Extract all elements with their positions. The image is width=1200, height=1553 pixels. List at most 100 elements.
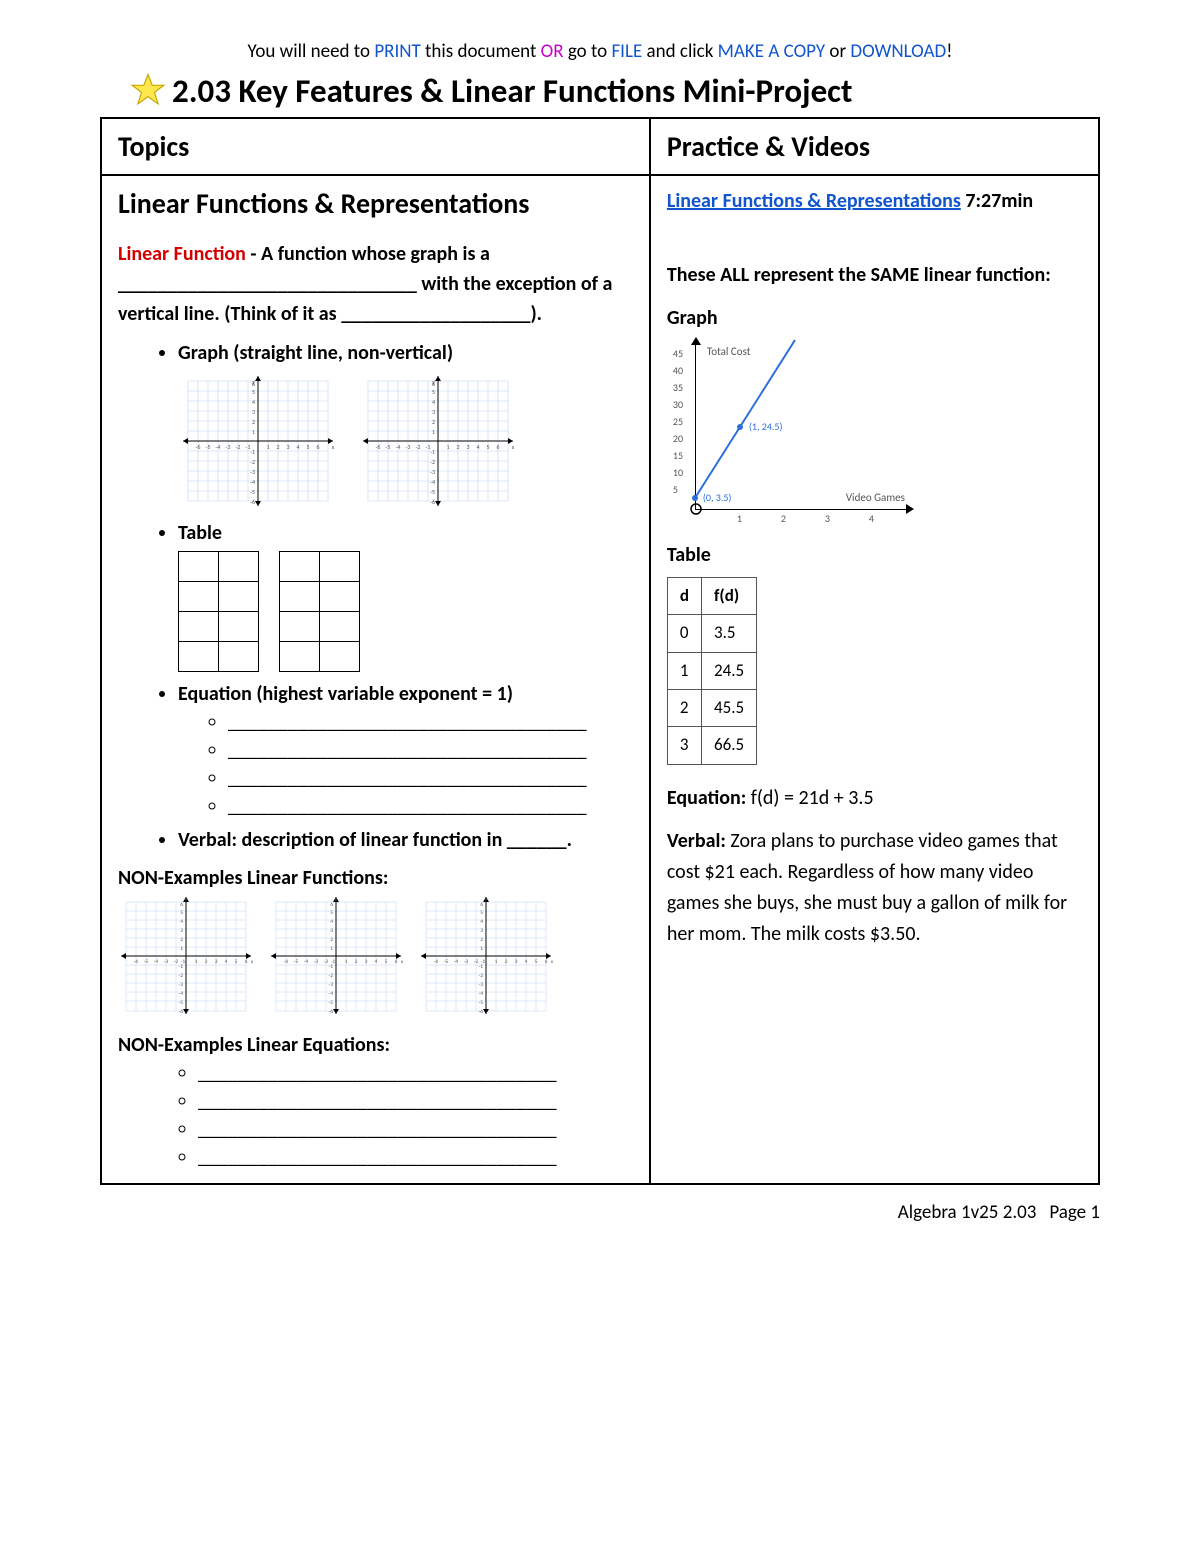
svg-text:6: 6 (545, 959, 548, 965)
svg-text:3: 3 (480, 928, 483, 934)
practice-cell: Linear Functions & Representations 7:27m… (650, 175, 1099, 1184)
svg-text:-6: -6 (284, 959, 289, 965)
svg-text:5: 5 (480, 910, 483, 916)
svg-text:2: 2 (180, 937, 183, 943)
svg-text:4: 4 (432, 398, 435, 406)
svg-text:4: 4 (476, 443, 479, 451)
arrow-right-icon (906, 504, 914, 514)
origin-icon (689, 502, 703, 516)
svg-text:-6: -6 (430, 498, 435, 506)
svg-text:1: 1 (195, 959, 198, 965)
svg-text:-3: -3 (250, 468, 255, 476)
svg-text:-1: -1 (329, 964, 334, 970)
blank-line: ____________________________________ (228, 738, 633, 762)
bullet-verbal: Verbal: description of linear function i… (178, 828, 633, 852)
svg-text:1: 1 (180, 946, 183, 952)
svg-text:-5: -5 (206, 443, 211, 451)
svg-text:-2: -2 (329, 973, 334, 979)
svg-text:2: 2 (480, 937, 483, 943)
svg-text:x: x (512, 443, 515, 451)
banner-file: FILE (611, 40, 642, 63)
svg-text:3: 3 (180, 928, 183, 934)
svg-text:-6: -6 (179, 1009, 184, 1015)
svg-text:5: 5 (306, 443, 309, 451)
svg-text:6: 6 (180, 902, 183, 908)
svg-text:1: 1 (495, 959, 498, 965)
content-table: Topics Practice & Videos Linear Function… (100, 117, 1100, 1185)
svg-text:-6: -6 (329, 1009, 334, 1015)
svg-text:-1: -1 (250, 448, 255, 456)
svg-text:-2: -2 (479, 973, 484, 979)
topics-cell: Linear Functions & Representations Linea… (101, 175, 650, 1184)
svg-text:-2: -2 (236, 443, 241, 451)
banner-text: You will need to (248, 40, 375, 63)
svg-text:5: 5 (535, 959, 538, 965)
svg-text:6: 6 (432, 380, 435, 388)
svg-text:-6: -6 (134, 959, 139, 965)
svg-text:2: 2 (355, 959, 358, 965)
svg-text:4: 4 (252, 398, 255, 406)
svg-text:-3: -3 (464, 959, 469, 965)
svg-text:-5: -5 (430, 488, 435, 496)
svg-text:-4: -4 (216, 443, 221, 451)
table-row: 366.5 (667, 727, 756, 764)
equation-line: Equation: f(d) = 21d + 3.5 (667, 783, 1082, 814)
svg-text:1: 1 (330, 946, 333, 952)
svg-text:-4: -4 (430, 478, 435, 486)
svg-text:-5: -5 (179, 1000, 184, 1006)
svg-text:-5: -5 (386, 443, 391, 451)
svg-text:-5: -5 (444, 959, 449, 965)
svg-text:-3: -3 (164, 959, 169, 965)
banner-download: DOWNLOAD (850, 40, 946, 63)
table-row: 03.5 (667, 615, 756, 652)
table-header: d (667, 578, 701, 615)
svg-text:6: 6 (480, 902, 483, 908)
chart-point-icon (692, 495, 698, 501)
svg-text:-4: -4 (329, 991, 334, 997)
svg-text:4: 4 (330, 919, 333, 925)
svg-text:4: 4 (525, 959, 528, 965)
function-table: df(d) 03.5 124.5 245.5 366.5 (667, 577, 757, 765)
svg-text:2: 2 (252, 418, 255, 426)
bullet-graph: Graph (straight line, non-vertical) -6-5… (178, 341, 633, 511)
svg-text:-3: -3 (314, 959, 319, 965)
svg-text:2: 2 (330, 937, 333, 943)
blank-line: ____________________________________ (198, 1117, 633, 1141)
svg-text:6: 6 (330, 902, 333, 908)
svg-text:-3: -3 (226, 443, 231, 451)
video-link[interactable]: Linear Functions & Representations (667, 189, 961, 213)
non-examples-equations-heading: NON-Examples Linear Equations: (118, 1033, 633, 1057)
svg-text:4: 4 (480, 919, 483, 925)
chart-point-icon (737, 424, 743, 430)
svg-text:-4: -4 (396, 443, 401, 451)
svg-text:-6: -6 (196, 443, 201, 451)
chart-line-icon (695, 340, 905, 510)
svg-text:5: 5 (330, 910, 333, 916)
instruction-banner: You will need to PRINT this document OR … (100, 40, 1100, 63)
svg-text:2: 2 (205, 959, 208, 965)
coord-grid-icon: -6-5-4-3-2-1123456123456-1-2-3-4-5-6yx (418, 894, 558, 1019)
svg-text:1: 1 (480, 946, 483, 952)
page-footer: Algebra 1v25 2.03 Page 1 (100, 1201, 1100, 1224)
svg-text:5: 5 (235, 959, 238, 965)
svg-text:-4: -4 (304, 959, 309, 965)
svg-text:4: 4 (296, 443, 299, 451)
svg-text:-1: -1 (479, 964, 484, 970)
svg-text:-5: -5 (250, 488, 255, 496)
svg-text:2: 2 (432, 418, 435, 426)
blank-line: ____________________________________ (228, 794, 633, 818)
term-linear-function: Linear Function (118, 242, 246, 266)
svg-text:-6: -6 (434, 959, 439, 965)
blank-line: ____________________________________ (228, 766, 633, 790)
svg-text:3: 3 (466, 443, 469, 451)
svg-text:5: 5 (180, 910, 183, 916)
svg-text:3: 3 (215, 959, 218, 965)
table-row: 245.5 (667, 690, 756, 727)
chart-point-label: (1, 24.5) (749, 419, 783, 435)
svg-text:-2: -2 (416, 443, 421, 451)
banner-print: PRINT (374, 40, 420, 63)
svg-text:1: 1 (266, 443, 269, 451)
same-intro: These ALL represent the SAME linear func… (667, 263, 1051, 287)
svg-text:-5: -5 (144, 959, 149, 965)
header-practice: Practice & Videos (650, 118, 1099, 175)
